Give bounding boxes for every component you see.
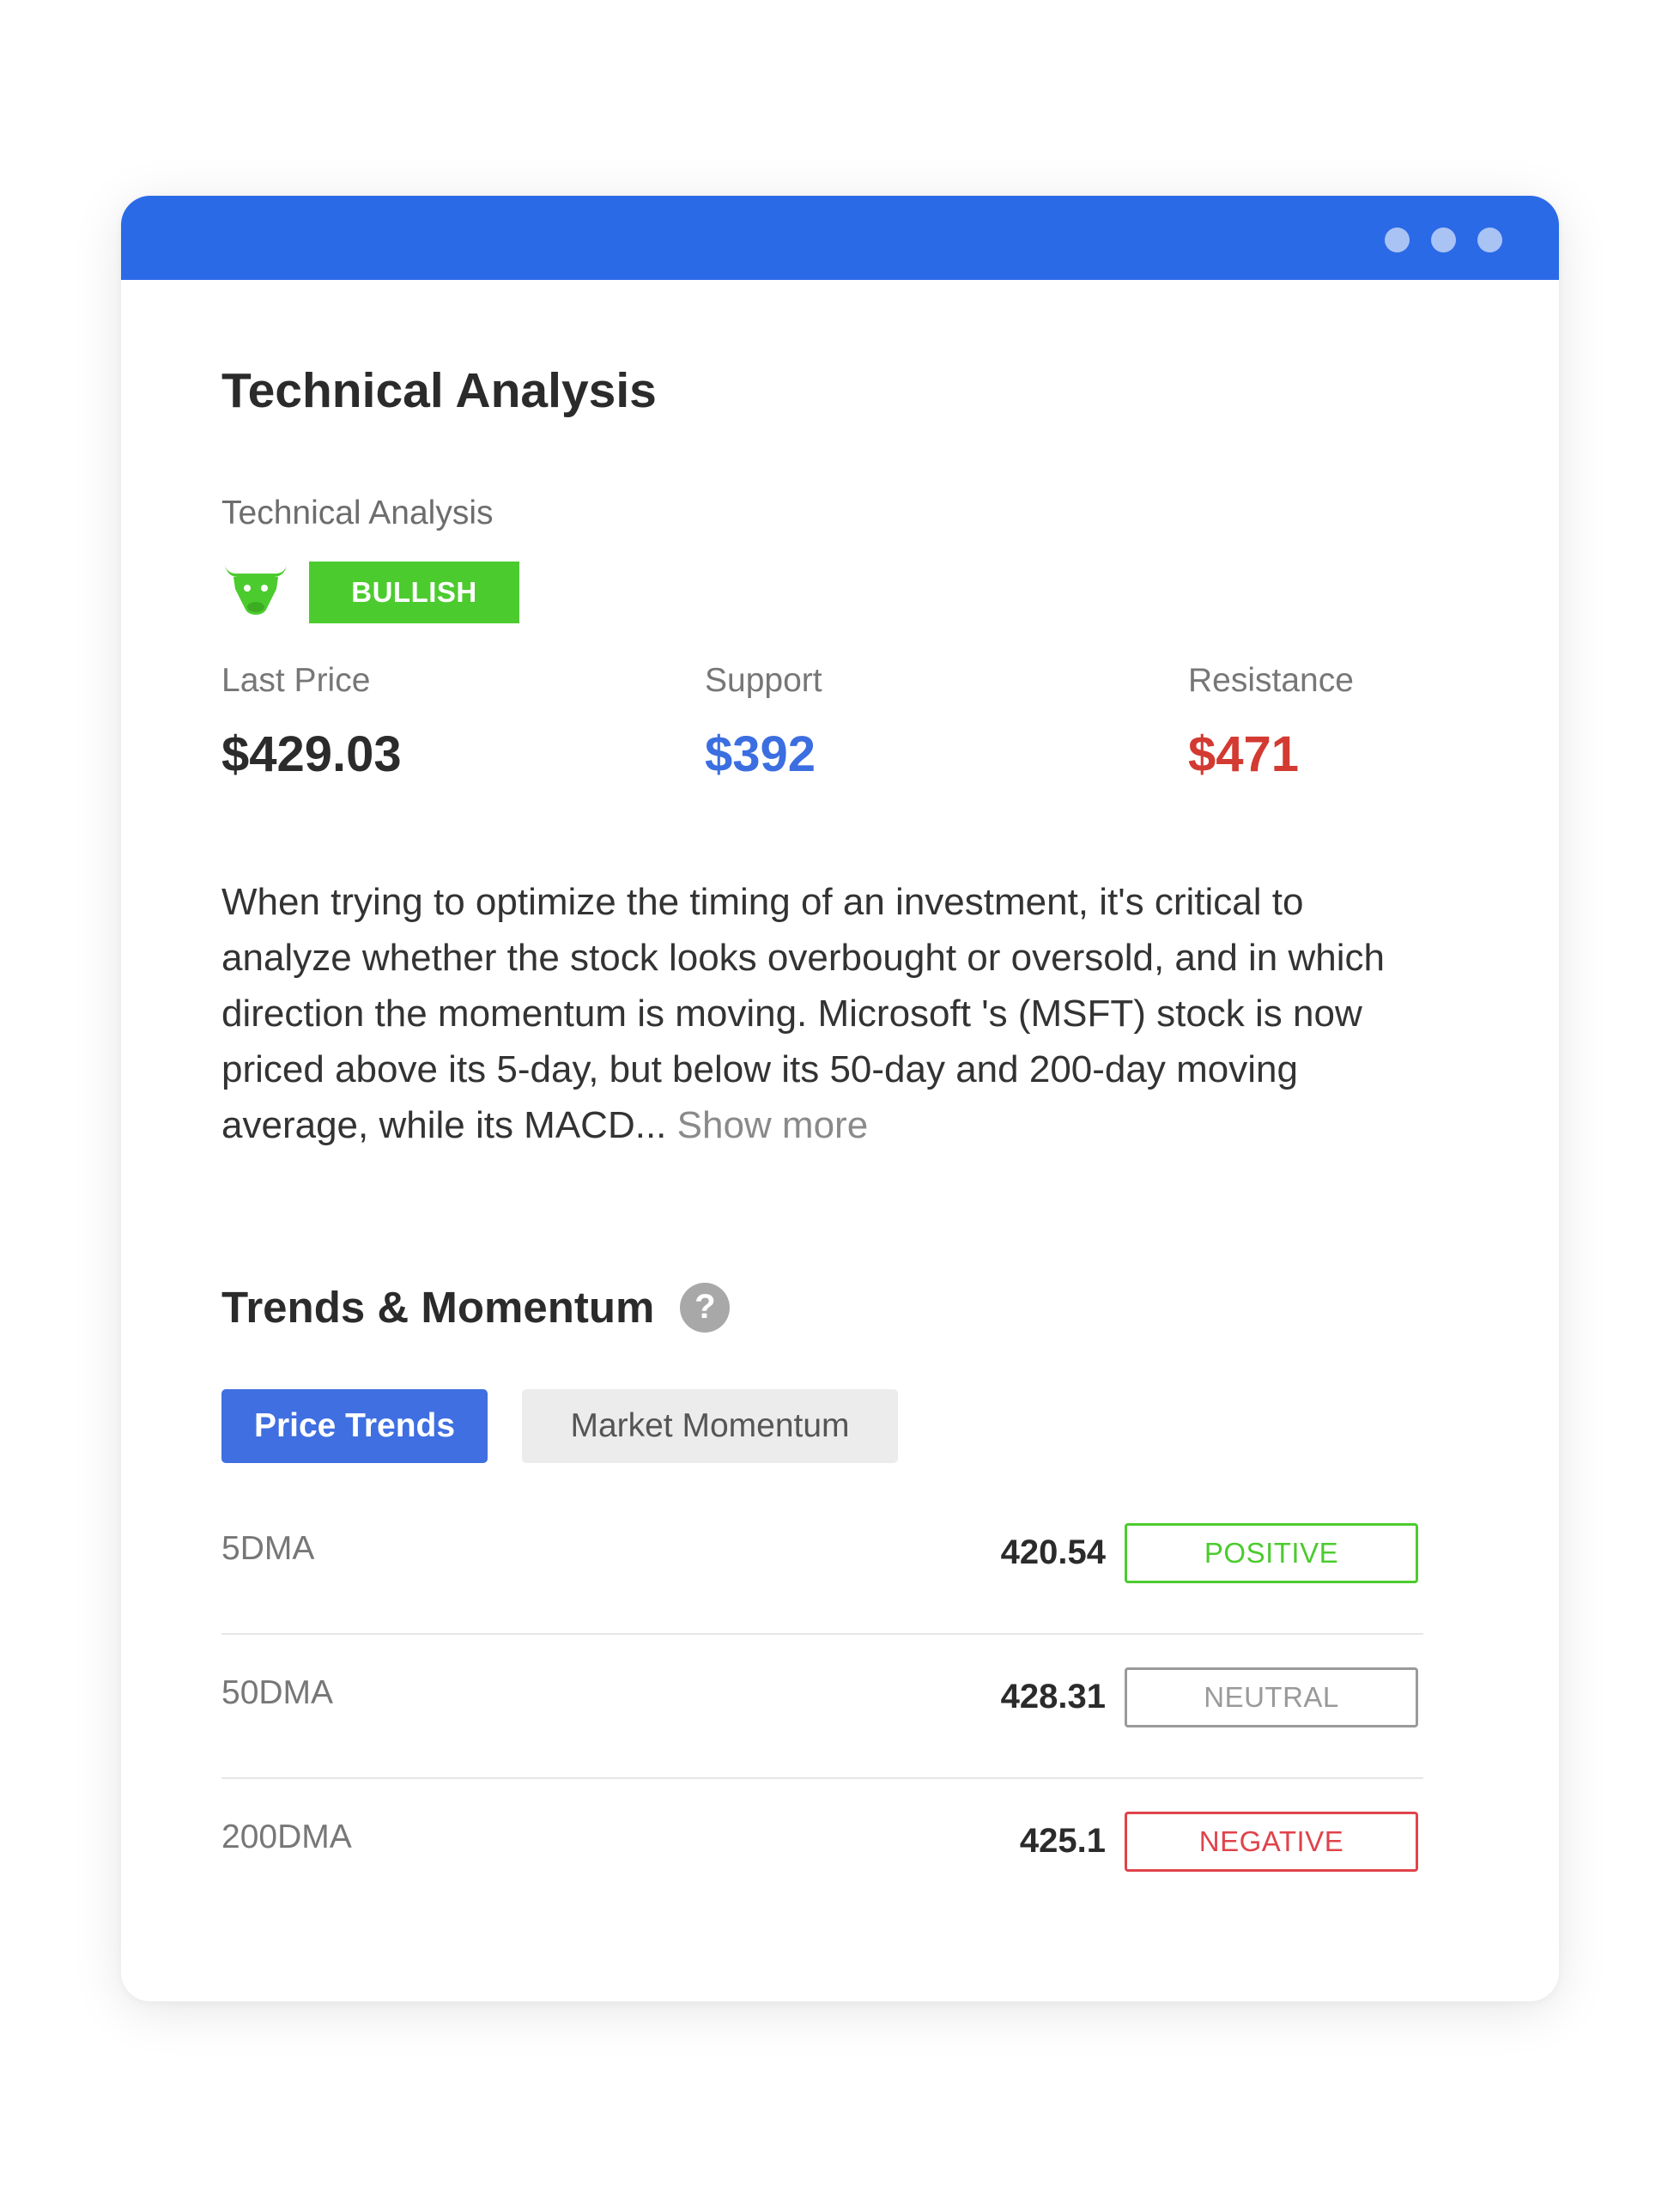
page-title: Technical Analysis	[221, 363, 657, 418]
table-row: 5DMA 420.54 POSITIVE	[221, 1491, 1423, 1635]
status-badge: NEUTRAL	[1125, 1667, 1418, 1727]
tab-price-trends[interactable]: Price Trends	[221, 1389, 488, 1463]
row-label: 200DMA	[221, 1819, 352, 1855]
sentiment-row: BULLISH	[221, 560, 519, 624]
resistance-value: $471	[1188, 726, 1300, 782]
analysis-description: When trying to optimize the timing of an…	[221, 874, 1423, 1153]
last-price-value: $429.03	[221, 726, 402, 782]
analysis-label: Technical Analysis	[221, 495, 494, 531]
window-dot	[1477, 228, 1502, 252]
moving-average-table: 5DMA 420.54 POSITIVE 50DMA 428.31 NEUTRA…	[221, 1491, 1423, 1922]
sentiment-badge: BULLISH	[309, 561, 519, 623]
row-label: 5DMA	[221, 1530, 315, 1567]
table-row: 200DMA 425.1 NEGATIVE	[221, 1779, 1423, 1922]
row-value: 425.1	[1019, 1822, 1106, 1860]
window-menu-dots[interactable]	[1385, 228, 1502, 252]
row-value: 428.31	[1000, 1678, 1106, 1715]
status-badge: POSITIVE	[1125, 1523, 1418, 1583]
resistance-stat: Resistance $471	[1188, 662, 1354, 783]
trend-tabs: Price Trends Market Momentum	[221, 1389, 898, 1463]
bull-icon	[221, 560, 290, 624]
row-value: 420.54	[1000, 1533, 1106, 1571]
support-stat: Support $392	[705, 662, 822, 783]
show-more-link[interactable]: Show more	[677, 1104, 869, 1146]
trends-momentum-heading: Trends & Momentum ?	[221, 1282, 731, 1333]
resistance-label: Resistance	[1188, 662, 1354, 699]
tab-market-momentum[interactable]: Market Momentum	[522, 1389, 898, 1463]
technical-analysis-card: Technical Analysis Technical Analysis BU…	[121, 196, 1559, 2001]
trends-title: Trends & Momentum	[221, 1283, 655, 1332]
table-row: 50DMA 428.31 NEUTRAL	[221, 1635, 1423, 1779]
support-label: Support	[705, 662, 822, 699]
window-dot	[1385, 228, 1410, 252]
last-price-label: Last Price	[221, 662, 371, 699]
last-price-stat: Last Price $429.03	[221, 662, 402, 783]
question-icon[interactable]: ?	[680, 1282, 731, 1333]
status-badge: NEGATIVE	[1125, 1812, 1418, 1872]
row-label: 50DMA	[221, 1674, 334, 1711]
support-value: $392	[705, 726, 816, 782]
window-dot	[1431, 228, 1456, 252]
window-titlebar	[121, 196, 1559, 280]
